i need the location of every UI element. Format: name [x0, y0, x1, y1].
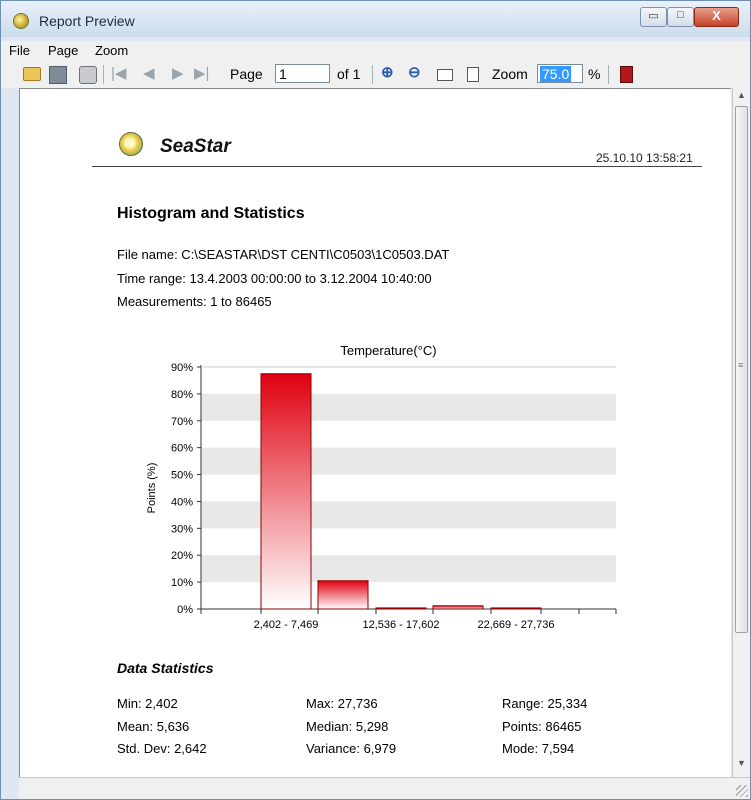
stat-mean: Mean: 5,636 — [117, 719, 190, 734]
menu-file[interactable]: File — [9, 43, 30, 58]
page-count-label: of 1 — [337, 66, 361, 82]
bar — [432, 605, 484, 610]
last-page-icon[interactable]: ▶| — [194, 64, 209, 82]
toolbar: |◀ ◀ ▶ ▶| Page of 1 ⊕ ⊖ Zoom 75.0 % — [1, 61, 750, 88]
bar — [490, 607, 542, 610]
stat-mode: Mode: 7,594 — [502, 741, 575, 756]
zoom-in-icon[interactable]: ⊕ — [381, 63, 394, 81]
zoom-out-icon[interactable]: ⊖ — [408, 63, 421, 81]
seastar-logo-icon — [119, 132, 143, 156]
stat-points: Points: 86465 — [502, 719, 582, 734]
exit-icon[interactable] — [620, 66, 633, 83]
report-preview-window: Report Preview ▭ □ X File Page Zoom |◀ ◀… — [0, 0, 751, 800]
page-label: Page — [230, 66, 263, 82]
page-number-input[interactable] — [275, 64, 330, 83]
menu-page[interactable]: Page — [48, 43, 78, 58]
brand-name: SeaStar — [160, 136, 231, 157]
toolbar-separator — [608, 65, 609, 84]
file-name: File name: C:\SEASTAR\DST CENTI\C0503\1C… — [117, 247, 450, 262]
scroll-down-icon[interactable]: ▼ — [733, 758, 750, 775]
stat-variance: Variance: 6,979 — [306, 741, 397, 756]
y-tick-label: 20% — [171, 550, 193, 562]
stat-median: Median: 5,298 — [306, 719, 389, 734]
print-icon[interactable] — [79, 66, 97, 84]
scroll-grip-icon: ≡ — [738, 360, 744, 370]
report-datetime: 25.10.10 13:58:21 — [596, 151, 693, 165]
bar — [260, 373, 312, 610]
report-page[interactable]: SeaStar 25.10.10 13:58:21 Histogram and … — [19, 88, 731, 777]
y-axis-label: Points (%) — [146, 463, 158, 514]
x-tick-label: 12,536 - 17,602 — [362, 619, 439, 631]
save-icon[interactable] — [49, 66, 67, 84]
y-tick-label: 10% — [171, 577, 193, 589]
close-button[interactable]: X — [694, 7, 739, 27]
next-page-icon[interactable]: ▶ — [172, 64, 184, 82]
window-title: Report Preview — [39, 13, 135, 29]
bar — [317, 580, 369, 610]
y-tick-label: 80% — [171, 389, 193, 401]
stats-title: Data Statistics — [117, 660, 214, 676]
open-icon[interactable] — [23, 67, 41, 81]
zoom-input[interactable]: 75.0 — [537, 64, 583, 83]
vertical-scrollbar[interactable]: ▲ ≡ ▼ — [732, 88, 750, 777]
bar — [375, 607, 427, 610]
status-bar — [19, 777, 750, 799]
close-icon: X — [712, 8, 721, 23]
y-tick-label: 70% — [171, 416, 193, 428]
page-width-icon[interactable] — [437, 69, 453, 81]
maximize-icon: □ — [677, 9, 684, 21]
y-tick-label: 60% — [171, 443, 193, 455]
menu-bar: File Page Zoom — [1, 41, 750, 61]
zoom-label: Zoom — [492, 66, 528, 82]
scroll-up-icon[interactable]: ▲ — [733, 90, 750, 107]
first-page-icon[interactable]: |◀ — [111, 64, 126, 82]
app-icon — [13, 13, 29, 29]
title-bar[interactable]: Report Preview ▭ □ X — [1, 1, 750, 37]
x-tick-label: 2,402 - 7,469 — [254, 619, 319, 631]
y-tick-label: 50% — [171, 470, 193, 482]
stat-std-dev: Std. Dev: 2,642 — [117, 741, 207, 756]
menu-zoom[interactable]: Zoom — [95, 43, 128, 58]
report-heading: Histogram and Statistics — [117, 205, 305, 222]
measurements: Measurements: 1 to 86465 — [117, 294, 272, 309]
toolbar-separator — [103, 65, 104, 84]
x-tick-label: 22,669 - 27,736 — [477, 619, 554, 631]
minimize-icon: ▭ — [648, 10, 659, 22]
whole-page-icon[interactable] — [467, 67, 479, 82]
maximize-button[interactable]: □ — [667, 7, 694, 27]
chart-title: Temperature(°C) — [340, 343, 436, 358]
y-tick-label: 90% — [171, 362, 193, 374]
y-tick-label: 30% — [171, 523, 193, 535]
header-divider — [92, 166, 702, 167]
y-tick-label: 0% — [177, 604, 193, 616]
zoom-value: 75.0 — [540, 66, 572, 82]
stat-max: Max: 27,736 — [306, 696, 378, 711]
previous-page-icon[interactable]: ◀ — [143, 64, 155, 82]
minimize-button[interactable]: ▭ — [640, 7, 667, 27]
resize-grip-icon[interactable] — [736, 785, 748, 797]
zoom-unit-label: % — [588, 66, 601, 82]
toolbar-separator — [372, 65, 373, 84]
histogram-chart: 0% 10% 20% 30% 40% 50% 60% 70% 80% 90% 2,402 - 7,4… — [146, 343, 617, 631]
stat-range: Range: 25,334 — [502, 696, 588, 711]
time-range: Time range: 13.4.2003 00:00:00 to 3.12.2… — [117, 271, 432, 286]
stat-min: Min: 2,402 — [117, 696, 178, 711]
y-tick-label: 40% — [171, 496, 193, 508]
